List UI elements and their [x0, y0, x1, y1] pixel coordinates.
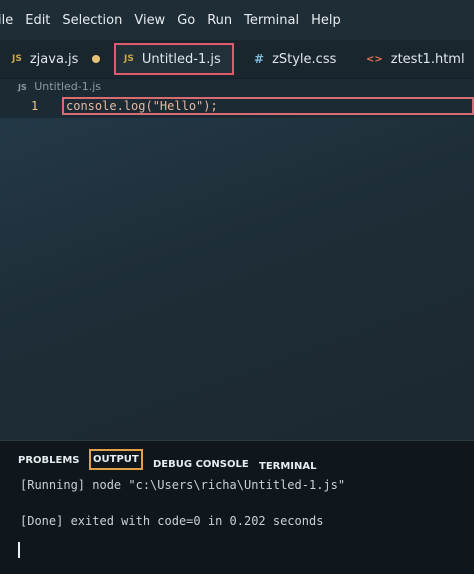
tab-zstyle[interactable]: # zStyle.css [254, 43, 336, 75]
text-cursor [18, 542, 20, 558]
tab-label: ztest1.html [390, 51, 465, 67]
js-file-icon: JS [12, 54, 22, 64]
panel-tab-terminal[interactable]: TERMINAL [259, 461, 317, 472]
editor-area[interactable] [0, 118, 474, 440]
tab-untitled-1[interactable]: JS Untitled-1.js [114, 43, 234, 75]
menu-selection[interactable]: Selection [62, 13, 122, 28]
html-file-icon: <> [366, 53, 383, 65]
panel-tab-debug-console[interactable]: DEBUG CONSOLE [153, 459, 249, 470]
menu-bar: ile Edit Selection View Go Run Terminal … [0, 0, 474, 40]
menu-terminal[interactable]: Terminal [244, 13, 299, 28]
menu-file[interactable]: ile [0, 13, 13, 28]
panel-tab-output[interactable]: OUTPUT [89, 449, 143, 470]
menu-go[interactable]: Go [177, 13, 195, 28]
output-line-running: [Running] node "c:\Users\richa\Untitled-… [20, 478, 346, 492]
js-file-icon: JS [124, 54, 134, 64]
panel-tab-problems[interactable]: PROBLEMS [18, 455, 80, 466]
css-file-icon: # [254, 52, 265, 66]
menu-run[interactable]: Run [207, 13, 232, 28]
modified-dot-icon [92, 55, 101, 63]
editor-tab-bar: JS zjava.js JS Untitled-1.js # zStyle.cs… [0, 40, 474, 79]
tab-label: Untitled-1.js [141, 51, 221, 67]
tab-zjava[interactable]: JS zjava.js [12, 43, 101, 75]
menu-help[interactable]: Help [311, 13, 341, 28]
breadcrumb[interactable]: JS Untitled-1.js [18, 80, 101, 93]
tab-ztest1[interactable]: <> ztest1.html [366, 43, 465, 75]
breadcrumb-label: Untitled-1.js [34, 80, 102, 93]
tab-label: zStyle.css [272, 51, 337, 67]
tab-label: zjava.js [29, 51, 79, 67]
menu-view[interactable]: View [134, 13, 165, 28]
line-number: 1 [31, 99, 39, 113]
code-text: console.log("Hello"); [66, 99, 218, 113]
output-line-done: [Done] exited with code=0 in 0.202 secon… [20, 514, 324, 528]
menu-edit[interactable]: Edit [25, 13, 50, 28]
code-line[interactable]: console.log("Hello"); [62, 97, 474, 115]
js-file-icon: JS [18, 83, 27, 92]
